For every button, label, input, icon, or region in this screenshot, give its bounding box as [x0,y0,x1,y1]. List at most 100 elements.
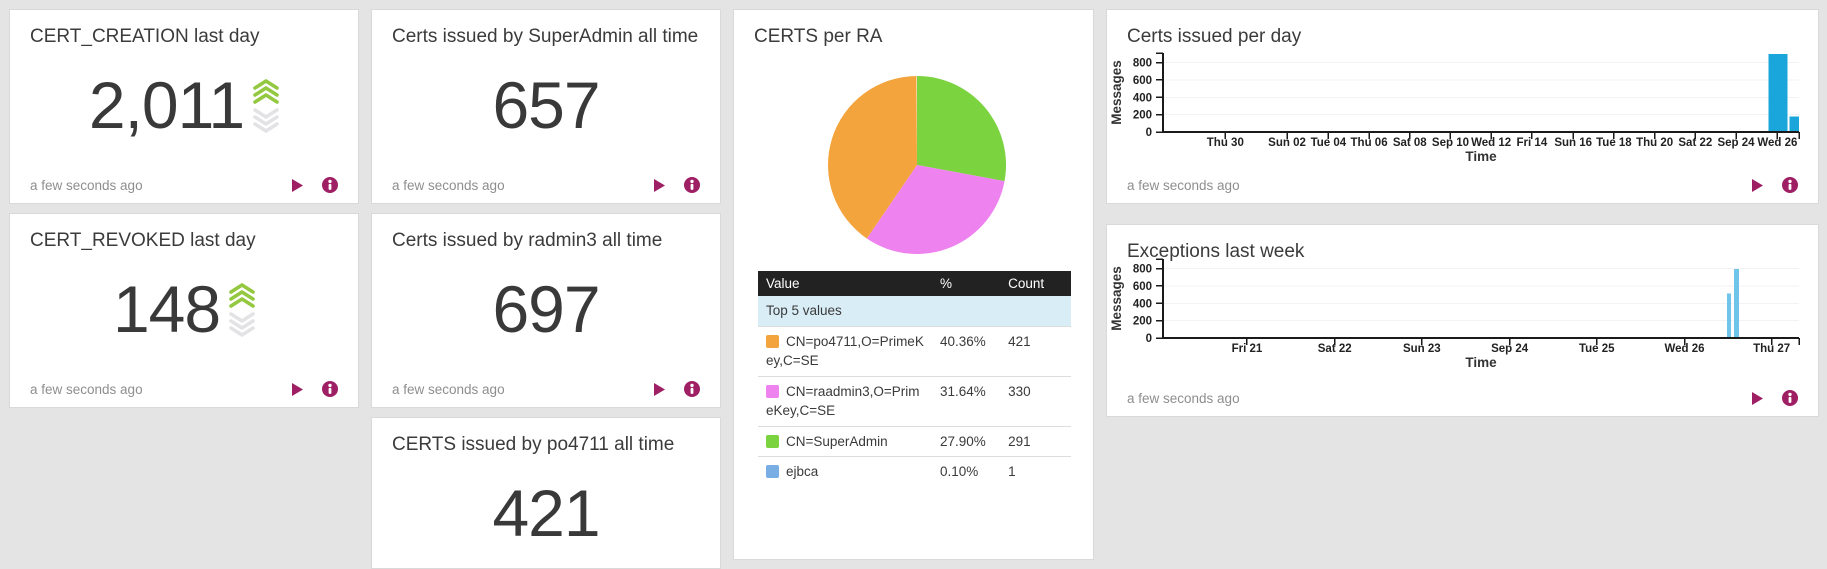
play-icon[interactable] [1751,178,1764,193]
play-icon[interactable] [653,178,666,193]
svg-text:400: 400 [1133,92,1152,104]
info-icon[interactable] [684,381,700,397]
percent-cell: 40.36% [932,326,1000,376]
info-icon[interactable] [684,177,700,193]
dashboard-column-2: Certs issued by SuperAdmin all time 657 … [371,9,721,569]
widget-title: Certs issued by SuperAdmin all time [392,25,700,48]
widget-footer: a few seconds ago [1127,390,1798,406]
widget-title: CERT_REVOKED last day [30,229,338,252]
dashboard-column-3: CERTS per RA Value % Count Top 5 values … [733,9,1094,569]
svg-text:400: 400 [1133,298,1152,310]
count-area: 697 [372,256,720,362]
dashboard-column-1: CERT_CREATION last day 2,011 a few secon… [9,9,359,569]
svg-text:800: 800 [1133,264,1152,276]
svg-text:0: 0 [1146,333,1152,345]
svg-text:600: 600 [1133,281,1152,293]
table-group-row: Top 5 values [758,296,1071,326]
svg-text:Sun 02: Sun 02 [1268,137,1306,149]
table-row: CN=po4711,O=PrimeKey,C=SE40.36%421 [758,326,1071,376]
widget-title: CERT_CREATION last day [30,25,338,48]
widget-certs-superadmin: Certs issued by SuperAdmin all time 657 … [371,9,721,204]
widget-actions [653,177,700,193]
count-area: 2,011 [10,52,358,158]
color-swatch-icon [766,435,779,448]
svg-text:Thu 06: Thu 06 [1351,137,1388,149]
svg-text:Time: Time [1465,149,1497,164]
percent-cell: 27.90% [932,426,1000,457]
percent-cell: 0.10% [932,457,1000,487]
widget-certs-per-ra: CERTS per RA Value % Count Top 5 values … [733,9,1094,560]
svg-text:800: 800 [1133,58,1152,70]
info-icon[interactable] [1782,177,1798,193]
svg-text:Wed 12: Wed 12 [1471,137,1511,149]
svg-text:Thu 27: Thu 27 [1753,343,1790,355]
value-cell: CN=po4711,O=PrimeKey,C=SE [758,326,932,376]
count-cell: 330 [1000,376,1071,426]
column-header-value: Value [758,271,932,296]
pie-chart [734,48,1093,271]
widget-title: Certs issued per day [1127,25,1798,48]
trend-indicator-icon [229,281,255,338]
info-icon[interactable] [322,381,338,397]
count-area: 148 [10,256,358,362]
svg-text:Sat 22: Sat 22 [1678,137,1712,149]
svg-text:Sun 16: Sun 16 [1554,137,1592,149]
play-icon[interactable] [1751,391,1764,406]
svg-text:Sat 08: Sat 08 [1393,137,1427,149]
widget-footer: a few seconds ago [30,177,338,193]
top-values-table: Value % Count Top 5 values CN=po4711,O=P… [758,271,1071,487]
widget-certs-po4711: CERTS issued by po4711 all time 421 [371,417,721,569]
widget-actions [653,381,700,397]
svg-text:Fri 14: Fri 14 [1517,137,1548,149]
group-row-label: Top 5 values [758,296,1071,326]
info-icon[interactable] [322,177,338,193]
widget-title: CERTS issued by po4711 all time [392,433,700,456]
play-icon[interactable] [653,382,666,397]
percent-cell: 31.64% [932,376,1000,426]
svg-text:Wed 26: Wed 26 [1757,137,1797,149]
widget-title: CERTS per RA [754,25,1073,48]
count-area: 421 [372,460,720,566]
svg-text:Wed 26: Wed 26 [1664,343,1704,355]
value-cell: CN=raadmin3,O=PrimeKey,C=SE [758,376,932,426]
svg-text:Fri 21: Fri 21 [1232,343,1263,355]
widget-footer: a few seconds ago [30,381,338,397]
svg-text:200: 200 [1133,316,1152,328]
svg-text:Sep 10: Sep 10 [1432,137,1469,149]
widget-footer: a few seconds ago [392,381,700,397]
table-row: CN=SuperAdmin27.90%291 [758,426,1071,457]
play-icon[interactable] [291,382,304,397]
widget-footer: a few seconds ago [1127,177,1798,193]
svg-text:Sun 23: Sun 23 [1403,343,1441,355]
widget-actions [1751,177,1798,193]
widget-certs-radmin3: Certs issued by radmin3 all time 697 a f… [371,213,721,408]
last-updated-text: a few seconds ago [392,382,505,397]
widget-cert-revoked-last-day: CERT_REVOKED last day 148 a few seconds … [9,213,359,408]
svg-text:Thu 20: Thu 20 [1636,137,1673,149]
color-swatch-icon [766,465,779,478]
count-value: 657 [492,67,599,143]
count-value: 2,011 [89,67,244,143]
exceptions-bar-chart: 0200400600800Fri 21Sat 22Sun 23Sep 24Tue… [1107,252,1818,382]
last-updated-text: a few seconds ago [30,178,143,193]
dashboard: CERT_CREATION last day 2,011 a few secon… [9,9,1819,569]
svg-text:Time: Time [1465,355,1497,370]
widget-exceptions-last-week: Exceptions last week 0200400600800Fri 21… [1106,224,1819,417]
play-icon[interactable] [291,178,304,193]
svg-text:600: 600 [1133,75,1152,87]
info-icon[interactable] [1782,390,1798,406]
value-cell: CN=SuperAdmin [758,426,932,457]
color-swatch-icon [766,385,779,398]
column-header-percent: % [932,271,1000,296]
last-updated-text: a few seconds ago [1127,178,1240,193]
svg-text:Thu 30: Thu 30 [1207,137,1244,149]
count-cell: 421 [1000,326,1071,376]
last-updated-text: a few seconds ago [30,382,143,397]
widget-footer: a few seconds ago [392,177,700,193]
count-value: 148 [113,271,220,347]
count-value: 421 [492,475,599,551]
widget-actions [291,381,338,397]
svg-text:Tue 18: Tue 18 [1596,137,1632,149]
count-area: 657 [372,52,720,158]
count-cell: 1 [1000,457,1071,487]
